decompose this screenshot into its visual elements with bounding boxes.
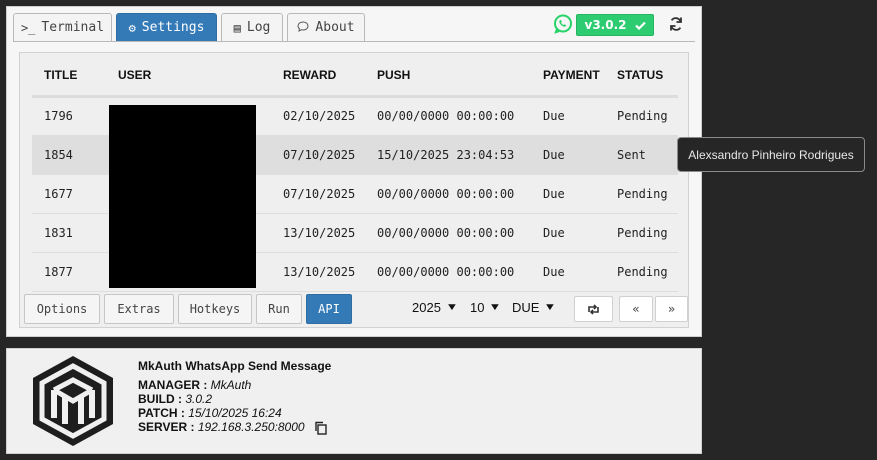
column-header[interactable]: USER — [118, 68, 151, 82]
manager-value: MkAuth — [210, 378, 252, 392]
tab-label: About — [315, 20, 355, 35]
copy-icon[interactable] — [314, 421, 328, 435]
version-text: v3.0.2 — [584, 18, 627, 32]
server-value: 192.168.3.250:8000 — [197, 420, 305, 434]
cell-push: 00/00/0000 00:00:00 — [377, 265, 515, 279]
server-label: SERVER : — [138, 420, 195, 434]
cell-payment: Due — [543, 265, 565, 279]
app-title: MkAuth WhatsApp Send Message — [138, 359, 332, 373]
info-panel: MkAuth WhatsApp Send Message MANAGER : M… — [6, 348, 702, 454]
tab-settings[interactable]: ⚙ Settings — [116, 13, 217, 41]
version-badge[interactable]: v3.0.2 — [576, 14, 654, 36]
api-button[interactable]: API — [306, 294, 352, 324]
options-button[interactable]: Options — [24, 294, 100, 324]
month-value: 10 — [470, 300, 485, 315]
column-header[interactable]: PAYMENT — [543, 68, 600, 82]
cell-push: 15/10/2025 23:04:53 — [377, 148, 515, 162]
gears-icon: ⚙ — [128, 20, 136, 35]
refresh-icon[interactable] — [667, 15, 685, 33]
cell-payment: Due — [543, 226, 565, 240]
cell-status: Pending — [617, 226, 668, 240]
cell-status: Sent — [617, 148, 646, 162]
cell-title: 1854 — [44, 148, 73, 162]
cell-push: 00/00/0000 00:00:00 — [377, 187, 515, 201]
cell-reward: 13/10/2025 — [283, 226, 356, 240]
table-header: TITLE USER REWARD PUSH PAYMENT STATUS — [20, 53, 688, 97]
year-value: 2025 — [412, 300, 441, 315]
cell-status: Pending — [617, 109, 668, 123]
chevron-down-icon: ▼ — [488, 302, 502, 313]
manager-line: MANAGER : MkAuth — [138, 378, 251, 392]
cell-reward: 07/10/2025 — [283, 187, 356, 201]
tab-divider — [13, 41, 695, 42]
retweet-icon — [588, 303, 599, 315]
cell-reward: 07/10/2025 — [283, 148, 356, 162]
cell-payment: Due — [543, 187, 565, 201]
cell-payment: Due — [543, 148, 565, 162]
month-select[interactable]: 10 ▼ — [470, 300, 502, 315]
build-label: BUILD : — [138, 392, 182, 406]
column-header[interactable]: REWARD — [283, 68, 336, 82]
cell-title: 1877 — [44, 265, 73, 279]
chevron-down-icon: ▼ — [543, 302, 557, 313]
run-button[interactable]: Run — [256, 294, 302, 324]
user-tooltip: Alexsandro Pinheiro Rodrigues — [677, 137, 865, 172]
cell-title: 1677 — [44, 187, 73, 201]
terminal-icon: >_ — [20, 20, 36, 35]
cell-reward: 02/10/2025 — [283, 109, 356, 123]
bottom-toolbar: Options Extras Hotkeys Run API 2025 ▼ 10… — [24, 294, 688, 326]
whatsapp-icon[interactable] — [552, 13, 574, 35]
cell-reward: 13/10/2025 — [283, 265, 356, 279]
column-header[interactable]: TITLE — [44, 68, 77, 82]
manager-label: MANAGER : — [138, 378, 208, 392]
build-line: BUILD : 3.0.2 — [138, 392, 212, 406]
patch-label: PATCH : — [138, 406, 185, 420]
patch-line: PATCH : 15/10/2025 16:24 — [138, 406, 282, 420]
redacted-user-column — [109, 105, 256, 288]
records-table: TITLE USER REWARD PUSH PAYMENT STATUS 17… — [19, 52, 689, 328]
cell-title: 1796 — [44, 109, 73, 123]
tab-log[interactable]: ▤ Log — [221, 13, 283, 41]
build-value: 3.0.2 — [185, 392, 213, 406]
tab-label: Log — [246, 20, 271, 35]
cell-payment: Due — [543, 109, 565, 123]
cell-title: 1831 — [44, 226, 73, 240]
next-page-button[interactable]: » — [655, 296, 688, 322]
cell-push: 00/00/0000 00:00:00 — [377, 109, 515, 123]
column-header[interactable]: PUSH — [377, 68, 410, 82]
column-header[interactable]: STATUS — [617, 68, 663, 82]
comment-icon — [297, 21, 309, 34]
tab-label: Terminal — [41, 20, 105, 35]
filter-value: DUE — [512, 300, 540, 315]
chevron-down-icon: ▼ — [445, 302, 459, 313]
mkauth-logo-icon — [33, 356, 113, 446]
tab-label: Settings — [141, 20, 205, 35]
cell-status: Pending — [617, 187, 668, 201]
hotkeys-button[interactable]: Hotkeys — [178, 294, 252, 324]
previous-page-button[interactable]: « — [619, 296, 653, 322]
cell-push: 00/00/0000 00:00:00 — [377, 226, 515, 240]
filter-select[interactable]: DUE ▼ — [512, 300, 557, 315]
cell-status: Pending — [617, 265, 668, 279]
tab-terminal[interactable]: >_ Terminal — [13, 13, 112, 41]
tab-about[interactable]: About — [287, 13, 365, 41]
year-select[interactable]: 2025 ▼ — [412, 300, 459, 315]
check-icon — [634, 21, 646, 30]
list-icon: ▤ — [233, 20, 241, 35]
sync-button[interactable] — [574, 296, 613, 322]
extras-button[interactable]: Extras — [104, 294, 174, 324]
patch-value: 15/10/2025 16:24 — [188, 406, 282, 420]
main-panel: >_ Terminal ⚙ Settings ▤ Log About v3.0.… — [6, 6, 702, 337]
server-line: SERVER : 192.168.3.250:8000 — [138, 420, 328, 435]
